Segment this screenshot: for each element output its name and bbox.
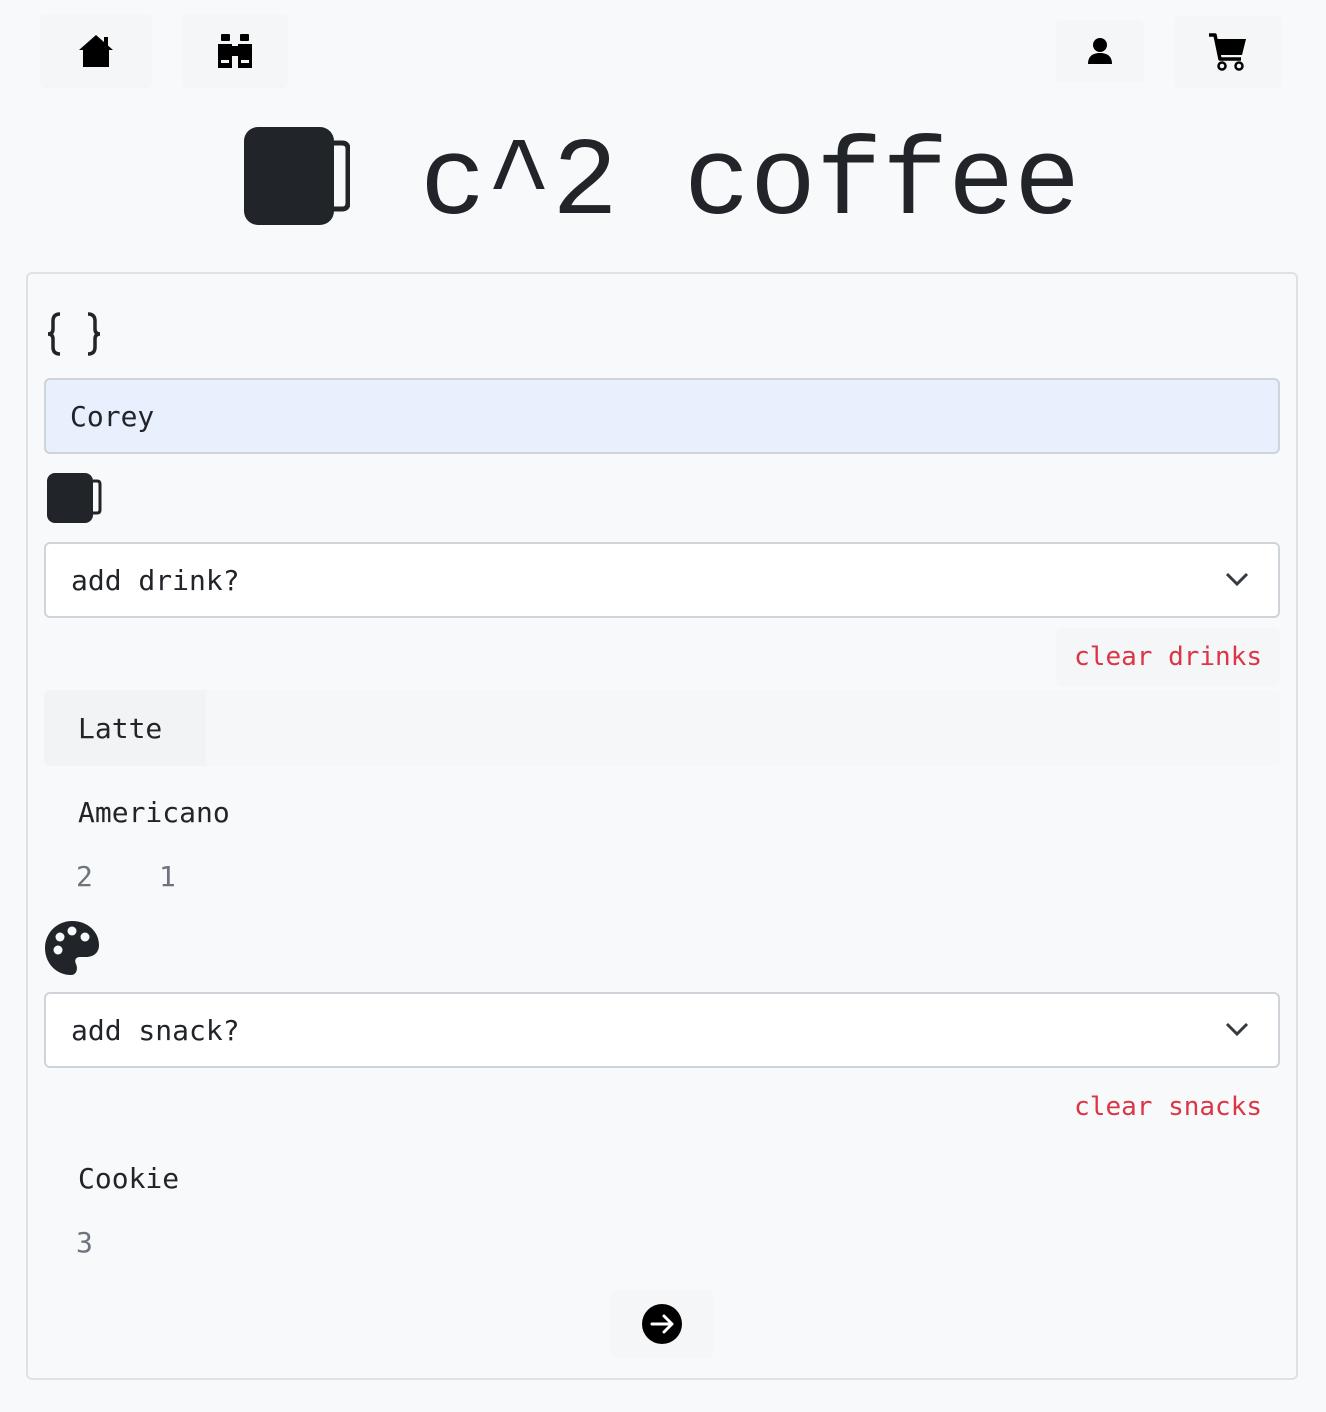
name-input[interactable] — [44, 378, 1280, 454]
palette-icon — [45, 921, 99, 975]
cart-icon — [1209, 33, 1246, 71]
drink-select[interactable]: add drink? — [44, 542, 1280, 618]
clear-drinks-label: clear drinks — [1074, 642, 1262, 672]
brand-header: c^2 coffee — [0, 112, 1326, 242]
drink-item-name: Americano — [78, 795, 230, 829]
snack-select-label: add snack? — [71, 1013, 240, 1047]
drink-select-label: add drink? — [71, 563, 240, 597]
chevron-down-icon — [1225, 1022, 1249, 1037]
braces-icon — [47, 312, 101, 356]
snack-select[interactable]: add snack? — [44, 992, 1280, 1068]
explore-button[interactable] — [182, 14, 288, 88]
snack-quantity: 3 — [76, 1226, 93, 1259]
arrow-right-circle-icon — [642, 1304, 682, 1344]
list-item[interactable]: Cookie — [44, 1140, 1280, 1216]
submit-order-button[interactable] — [610, 1290, 714, 1358]
clear-snacks-label: clear snacks — [1074, 1092, 1262, 1122]
user-icon — [1088, 38, 1112, 64]
list-item[interactable]: Latte — [44, 690, 1280, 766]
brand-title: c^2 coffee — [420, 122, 1081, 247]
drink-quantity: 1 — [159, 860, 176, 893]
list-item[interactable]: Americano — [44, 774, 1280, 850]
clear-drinks-button[interactable]: clear drinks — [1056, 628, 1280, 686]
clear-snacks-button[interactable]: clear snacks — [1056, 1078, 1280, 1136]
drink-quantity: 2 — [76, 860, 93, 893]
home-button[interactable] — [40, 14, 152, 88]
account-button[interactable] — [1056, 20, 1144, 82]
snack-item-name: Cookie — [78, 1161, 180, 1195]
cart-button[interactable] — [1174, 16, 1282, 88]
mug-icon — [244, 127, 350, 225]
home-icon — [79, 35, 113, 67]
binoculars-icon — [218, 34, 252, 68]
mug-icon — [47, 473, 102, 523]
chevron-down-icon — [1225, 572, 1249, 587]
drink-item-name: Latte — [78, 711, 163, 745]
